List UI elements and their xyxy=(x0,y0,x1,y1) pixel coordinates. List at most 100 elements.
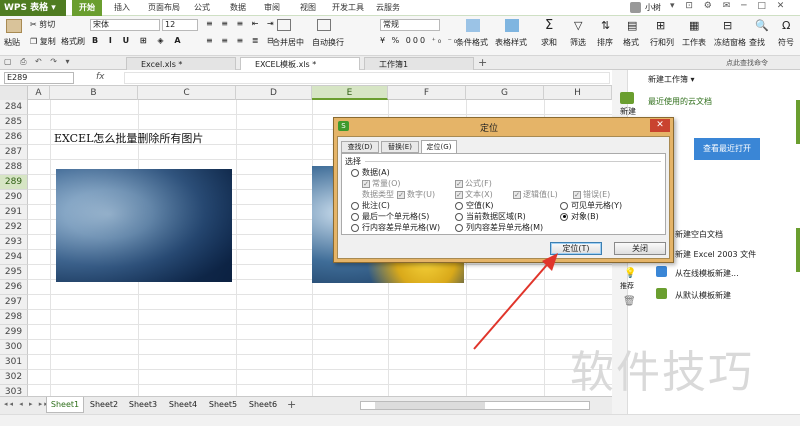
row-header[interactable]: 296 xyxy=(0,280,28,295)
tab-insert[interactable]: 插入 xyxy=(108,0,136,16)
column-header[interactable]: A xyxy=(28,86,50,100)
merge-center-button[interactable]: 合并居中 xyxy=(272,37,304,48)
symbol-button[interactable]: 符号 xyxy=(778,37,794,48)
online-template-link[interactable]: 从在线模板新建... xyxy=(675,268,739,279)
row-header[interactable]: 293 xyxy=(0,235,28,250)
row-header[interactable]: 285 xyxy=(0,115,28,130)
sheet-tab[interactable]: Sheet3 xyxy=(124,397,162,413)
new-excel-2003-link[interactable]: 新建 Excel 2003 文件 xyxy=(675,249,756,260)
formula-input[interactable] xyxy=(124,72,610,84)
filter-button[interactable]: 筛选 xyxy=(570,37,586,48)
add-sheet-icon[interactable]: + xyxy=(287,398,296,411)
number-buttons[interactable]: ¥ % 000 ⁺₀ ⁻₀ xyxy=(380,36,459,45)
doc-tab-workbook1[interactable]: 工作簿1 xyxy=(364,57,474,70)
wrap-text-button[interactable]: 自动换行 xyxy=(312,37,344,48)
column-header[interactable]: D xyxy=(236,86,312,100)
font-name-select[interactable]: 宋体 xyxy=(90,19,160,31)
column-header[interactable]: F xyxy=(388,86,466,100)
avatar[interactable] xyxy=(630,2,641,13)
dialog-close-icon[interactable]: ✕ xyxy=(650,119,670,132)
sort-button[interactable]: 排序 xyxy=(597,37,613,48)
select-all-corner[interactable] xyxy=(0,86,28,100)
row-header[interactable]: 298 xyxy=(0,310,28,325)
tab-data[interactable]: 数据 xyxy=(224,0,252,16)
new-blank-doc-link[interactable]: 新建空白文档 xyxy=(675,229,723,240)
column-header[interactable]: C xyxy=(138,86,236,100)
align-bottom-buttons[interactable]: ≡ ≡ ≡ ≣ ⊟ xyxy=(206,36,277,45)
freeze-panes-button[interactable]: 冻结窗格 xyxy=(714,37,746,48)
user-name[interactable]: 小树 xyxy=(645,2,661,13)
sum-button[interactable]: 求和 xyxy=(541,37,557,48)
tab-page-layout[interactable]: 页面布局 xyxy=(142,0,186,16)
row-header[interactable]: 288 xyxy=(0,160,28,175)
check-constants[interactable]: ✓ 常量(O) xyxy=(362,178,401,189)
row-header[interactable]: 302 xyxy=(0,370,28,385)
doc-tab-excel-template[interactable]: EXCEL模板.xls * xyxy=(240,57,360,70)
number-format-select[interactable]: 常规 xyxy=(380,19,440,31)
wave-picture-1[interactable] xyxy=(56,169,232,282)
view-recent-button[interactable]: 查看最近打开 xyxy=(694,138,760,160)
row-header[interactable]: 300 xyxy=(0,340,28,355)
doc-tab-excel-xls[interactable]: Excel.xls * xyxy=(126,57,236,70)
app-menu-button[interactable]: WPS 表格 ▾ xyxy=(0,0,66,16)
tab-goto[interactable]: 定位(G) xyxy=(421,140,457,154)
tab-view[interactable]: 视图 xyxy=(294,0,322,16)
row-header[interactable]: 301 xyxy=(0,355,28,370)
row-header-active[interactable]: 289 xyxy=(0,175,28,190)
check-formulas[interactable]: ✓ 公式(F) xyxy=(455,178,492,189)
radio-column-differences[interactable]: 列内容差异单元格(M) xyxy=(455,222,543,233)
default-template-link[interactable]: 从默认模板新建 xyxy=(675,290,731,301)
column-header[interactable]: H xyxy=(544,86,612,100)
copy-button[interactable]: ❐ 复制 xyxy=(30,36,56,47)
row-header[interactable]: 292 xyxy=(0,220,28,235)
paste-button[interactable]: 粘贴 xyxy=(4,37,20,48)
recommend-label[interactable]: 推荐 xyxy=(620,281,634,291)
font-size-select[interactable]: 12 xyxy=(162,19,198,31)
radio-last-cell[interactable]: 最后一个单元格(S) xyxy=(351,211,429,222)
column-header-active[interactable]: E xyxy=(312,86,388,100)
tab-review[interactable]: 审阅 xyxy=(258,0,286,16)
command-search[interactable]: 点此查找命令 xyxy=(726,58,768,68)
sheet-tab[interactable]: Sheet2 xyxy=(86,397,122,413)
radio-comments[interactable]: 批注(C) xyxy=(351,200,390,211)
dialog-close-button[interactable]: 关闭 xyxy=(614,242,666,255)
paste-icon[interactable] xyxy=(6,19,22,33)
quick-access-toolbar[interactable]: ▢ ⎙ ↶ ↷ ▾ xyxy=(4,57,73,67)
fx-icon[interactable]: fx xyxy=(96,72,105,82)
tab-replace[interactable]: 替换(E) xyxy=(381,141,419,153)
row-header[interactable]: 284 xyxy=(0,100,28,115)
row-header[interactable]: 286 xyxy=(0,130,28,145)
sheet-tab[interactable]: Sheet5 xyxy=(204,397,242,413)
cut-button[interactable]: ✂ 剪切 xyxy=(30,19,55,30)
font-style-buttons[interactable]: B I U ⊞ ◈ A xyxy=(92,36,185,45)
table-style-button[interactable]: 表格样式 xyxy=(495,37,527,48)
column-header[interactable]: G xyxy=(466,86,544,100)
radio-data[interactable]: 数据(A) xyxy=(351,167,390,178)
sheet-tab-active[interactable]: Sheet1 xyxy=(46,397,84,413)
tab-home[interactable]: 开始 xyxy=(72,0,102,16)
sheet-title-cell[interactable]: EXCEL怎么批量删除所有图片 xyxy=(54,130,203,146)
format-painter-button[interactable]: 格式刷 xyxy=(61,36,85,47)
row-header[interactable]: 287 xyxy=(0,145,28,160)
row-header[interactable]: 295 xyxy=(0,265,28,280)
sheet-tab[interactable]: Sheet4 xyxy=(164,397,202,413)
check-numbers[interactable]: ✓ 数字(U) xyxy=(397,189,435,200)
row-header[interactable]: 291 xyxy=(0,205,28,220)
align-top-buttons[interactable]: ≡ ≡ ≡ ⇤ ⇥ xyxy=(206,19,277,28)
radio-blanks[interactable]: 空值(K) xyxy=(455,200,494,211)
check-errors[interactable]: ✓ 错误(E) xyxy=(573,189,610,200)
trash-icon[interactable]: 🗑 xyxy=(623,296,636,307)
tab-find[interactable]: 查找(D) xyxy=(341,141,379,153)
sheet-nav-buttons[interactable]: ◂◂ ◂ ▸ ▸▸ xyxy=(4,400,50,408)
rows-cols-button[interactable]: 行和列 xyxy=(650,37,674,48)
new-tab-icon[interactable]: + xyxy=(478,56,487,69)
find-button[interactable]: 查找 xyxy=(749,37,765,48)
radio-objects[interactable]: 对象(B) xyxy=(560,211,599,222)
new-label[interactable]: 新建 xyxy=(620,106,636,117)
task-pane-title[interactable]: 新建工作簿 ▾ xyxy=(648,74,695,85)
tab-developer[interactable]: 开发工具 xyxy=(328,0,368,16)
row-header[interactable]: 299 xyxy=(0,325,28,340)
sheet-tab[interactable]: Sheet6 xyxy=(244,397,282,413)
row-header[interactable]: 297 xyxy=(0,295,28,310)
radio-current-region[interactable]: 当前数据区域(R) xyxy=(455,211,526,222)
